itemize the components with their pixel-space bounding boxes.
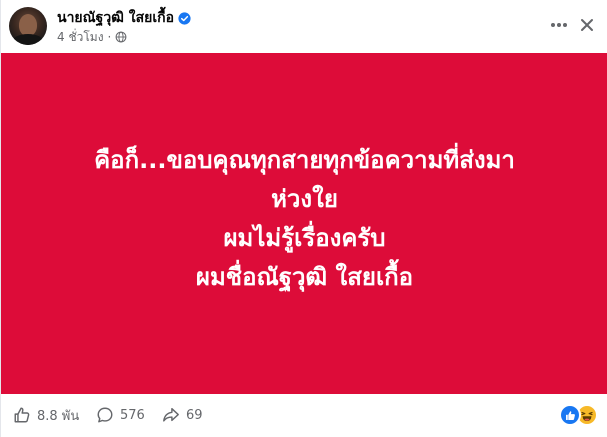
post-meta: 4 ชั่วโมง · — [57, 29, 127, 45]
more-options-button[interactable] — [547, 13, 571, 37]
comment-count: 576 — [120, 407, 145, 423]
post-card: นายณัฐวุฒิ ใสยเกื้อ 4 ชั่วโมง · คือก็...… — [0, 0, 607, 437]
like-button[interactable]: 8.8 พัน — [13, 404, 79, 426]
post-footer: 8.8 พัน 576 69 — [1, 398, 607, 432]
globe-icon[interactable] — [115, 31, 127, 43]
thumbs-up-icon — [14, 407, 30, 423]
post-text-background[interactable]: คือก็...ขอบคุณทุกสายทุกข้อความที่ส่งมา ห… — [1, 53, 607, 394]
post-header: นายณัฐวุฒิ ใสยเกื้อ 4 ชั่วโมง · — [9, 7, 599, 47]
meta-separator: · — [107, 30, 112, 44]
author-name[interactable]: นายณัฐวุฒิ ใสยเกื้อ — [57, 7, 174, 29]
verified-badge-icon — [178, 11, 191, 25]
close-button[interactable] — [575, 13, 599, 37]
post-text-line: คือก็...ขอบคุณทุกสายทุกข้อความที่ส่งมา — [94, 145, 515, 174]
comment-bubble-icon — [97, 407, 113, 423]
more-dots-icon — [551, 23, 567, 27]
post-text-line: ผมไม่รู้เรื่องครับ — [223, 223, 386, 252]
close-icon — [581, 19, 593, 31]
share-button[interactable]: 69 — [162, 404, 203, 426]
author-avatar[interactable] — [9, 7, 47, 45]
author-name-row: นายณัฐวุฒิ ใสยเกื้อ — [57, 9, 191, 27]
like-reaction-icon — [559, 404, 581, 426]
post-text: คือก็...ขอบคุณทุกสายทุกข้อความที่ส่งมา ห… — [94, 141, 515, 297]
post-timestamp[interactable]: 4 ชั่วโมง — [57, 28, 104, 47]
post-text-line: ห่วงใย — [271, 184, 338, 213]
post-text-line: ผมชื่อณัฐวุฒิ ใสยเกื้อ — [195, 262, 414, 291]
share-count: 69 — [186, 407, 203, 423]
avatar-face — [19, 14, 37, 36]
share-arrow-icon — [163, 407, 179, 422]
avatar-shirt — [12, 34, 44, 45]
comment-button[interactable]: 576 — [96, 404, 145, 426]
reaction-summary[interactable] — [559, 404, 598, 426]
like-count: 8.8 พัน — [37, 408, 80, 424]
